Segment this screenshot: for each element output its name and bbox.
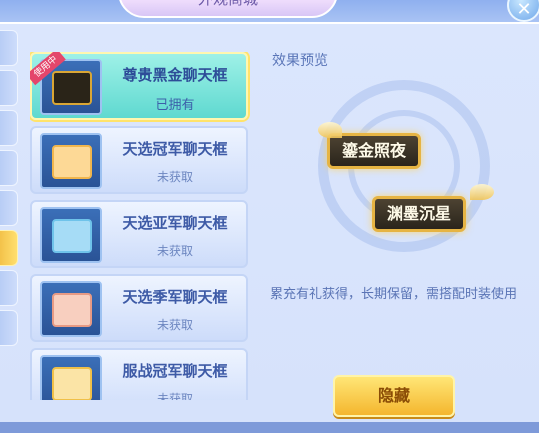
side-tab[interactable] (0, 110, 18, 146)
item-status: 未获取 (156, 318, 193, 332)
chat-frame-list: 使用中 尊贵黑金聊天框 已拥有 天选冠军聊天框 未获取 天选亚军聊天框 未获取 … (30, 52, 250, 400)
item-name: 服战冠军聊天框 (122, 362, 228, 380)
item-name: 天选季军聊天框 (122, 288, 228, 306)
side-tabs (0, 30, 18, 350)
item-status: 已拥有 (155, 98, 195, 113)
chat-frame-thumbnail (40, 355, 102, 400)
item-status: 未获取 (156, 170, 193, 184)
black-gold-frame-icon (52, 71, 92, 105)
side-tab[interactable] (0, 270, 18, 306)
bubble-text: 渊墨沉星 (387, 204, 452, 223)
side-tab-active[interactable] (0, 230, 18, 266)
list-item[interactable]: 天选亚军聊天框 未获取 (30, 200, 248, 268)
chat-frame-thumbnail (40, 207, 102, 263)
champion-frame-icon (52, 145, 92, 179)
runner-up-frame-icon (52, 219, 92, 253)
preview-chat-bubble: 渊墨沉星 (372, 196, 467, 232)
list-item[interactable]: 天选季军聊天框 未获取 (30, 274, 248, 342)
side-tab[interactable] (0, 190, 18, 226)
bottom-strip (0, 422, 539, 433)
hide-button[interactable]: 隐藏 (333, 375, 455, 417)
item-name: 天选冠军聊天框 (122, 140, 228, 158)
chat-frame-thumbnail (40, 281, 102, 337)
side-tab[interactable] (0, 30, 18, 66)
preview-chat-bubble: 鎏金照夜 (327, 133, 422, 169)
list-item[interactable]: 使用中 尊贵黑金聊天框 已拥有 (30, 52, 248, 120)
item-status: 未获取 (156, 392, 193, 400)
third-place-frame-icon (52, 293, 92, 327)
list-item[interactable]: 天选冠军聊天框 未获取 (30, 126, 248, 194)
chat-frame-thumbnail (40, 133, 102, 189)
side-tab[interactable] (0, 310, 18, 346)
wing-icon (318, 122, 342, 138)
preview-title: 效果预览 (272, 53, 328, 69)
page-title-text: 外观商城 (198, 0, 258, 8)
wing-icon (470, 184, 494, 200)
bubble-text: 鎏金照夜 (342, 141, 407, 160)
server-champion-frame-icon (52, 367, 92, 400)
item-status: 未获取 (156, 244, 193, 258)
page-title: 外观商城 (118, 0, 338, 18)
item-name: 天选亚军聊天框 (122, 214, 228, 232)
side-tab[interactable] (0, 70, 18, 106)
close-icon: ✕ (516, 0, 532, 20)
list-item[interactable]: 服战冠军聊天框 未获取 (30, 348, 248, 400)
side-tab[interactable] (0, 150, 18, 186)
item-name: 尊贵黑金聊天框 (122, 66, 228, 84)
source-description: 累充有礼获得，长期保留，需搭配时装使用 (270, 287, 518, 302)
